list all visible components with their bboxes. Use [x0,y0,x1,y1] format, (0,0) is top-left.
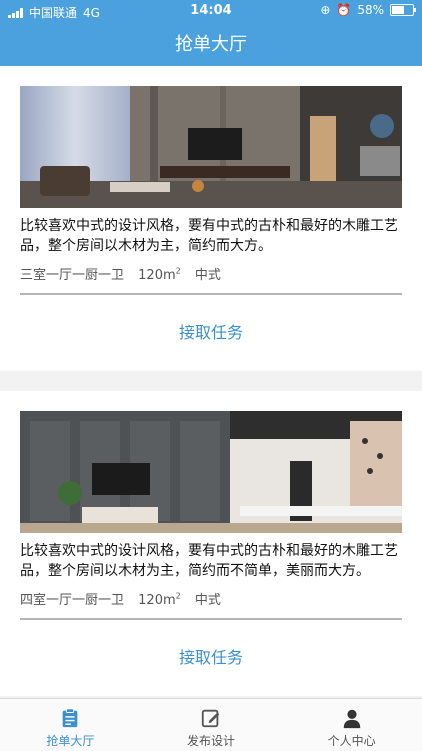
task-area: 120m2 [138,591,181,608]
battery-icon [390,4,416,16]
task-area: 120m2 [138,266,181,283]
tab-publish-design[interactable]: 发布设计 [141,699,282,751]
page-title: 抢单大厅 [175,34,247,55]
task-rooms: 四室一厅一厨一卫 [20,593,125,608]
task-style: 中式 [194,593,221,608]
task-card: 比较喜欢中式的设计风格，要有中式的古朴和最好的木雕工艺品，整个房间以木材为主，简… [0,391,422,696]
tab-label: 发布设计 [187,734,236,748]
room-photo [20,86,402,208]
alarm-icon: ⏰ [336,3,352,17]
room-photo [20,411,402,533]
person-icon [343,709,360,729]
task-list[interactable]: 比较喜欢中式的设计风格，要有中式的古朴和最好的木雕工艺品，整个房间以木材为主，简… [0,66,422,698]
task-description: 比较喜欢中式的设计风格，要有中式的古朴和最好的木雕工艺品，整个房间以木材为主，简… [20,218,398,254]
tab-order-hall[interactable]: 抢单大厅 [0,699,141,751]
accept-task-button[interactable]: 接取任务 [20,620,402,696]
orientation-lock-icon: ⊕ [320,3,331,17]
tab-label: 个人中心 [327,734,376,748]
task-description: 比较喜欢中式的设计风格，要有中式的古朴和最好的木雕工艺品，整个房间以木材为主，简… [20,543,398,579]
clipboard-icon [62,708,78,728]
task-rooms: 三室一厅一厨一卫 [20,268,125,283]
task-meta: 三室一厅一厨一卫 120m2 中式 [20,264,402,295]
task-card: 比较喜欢中式的设计风格，要有中式的古朴和最好的木雕工艺品，整个房间以木材为主，简… [0,66,422,371]
tab-label: 抢单大厅 [46,734,95,748]
tab-profile[interactable]: 个人中心 [281,699,422,751]
status-bar: 中国联通 4G 14:04 ⊕ ⏰ 58% [0,0,422,22]
header-bar: 中国联通 4G 14:04 ⊕ ⏰ 58% 抢单大厅 [0,0,422,66]
battery-percent: 58% [357,3,384,17]
task-meta: 四室一厅一厨一卫 120m2 中式 [20,589,402,620]
task-style: 中式 [194,268,221,283]
tab-bar: 抢单大厅 发布设计 个人中心 [0,698,422,751]
accept-task-button[interactable]: 接取任务 [20,295,402,371]
edit-icon [201,709,220,728]
